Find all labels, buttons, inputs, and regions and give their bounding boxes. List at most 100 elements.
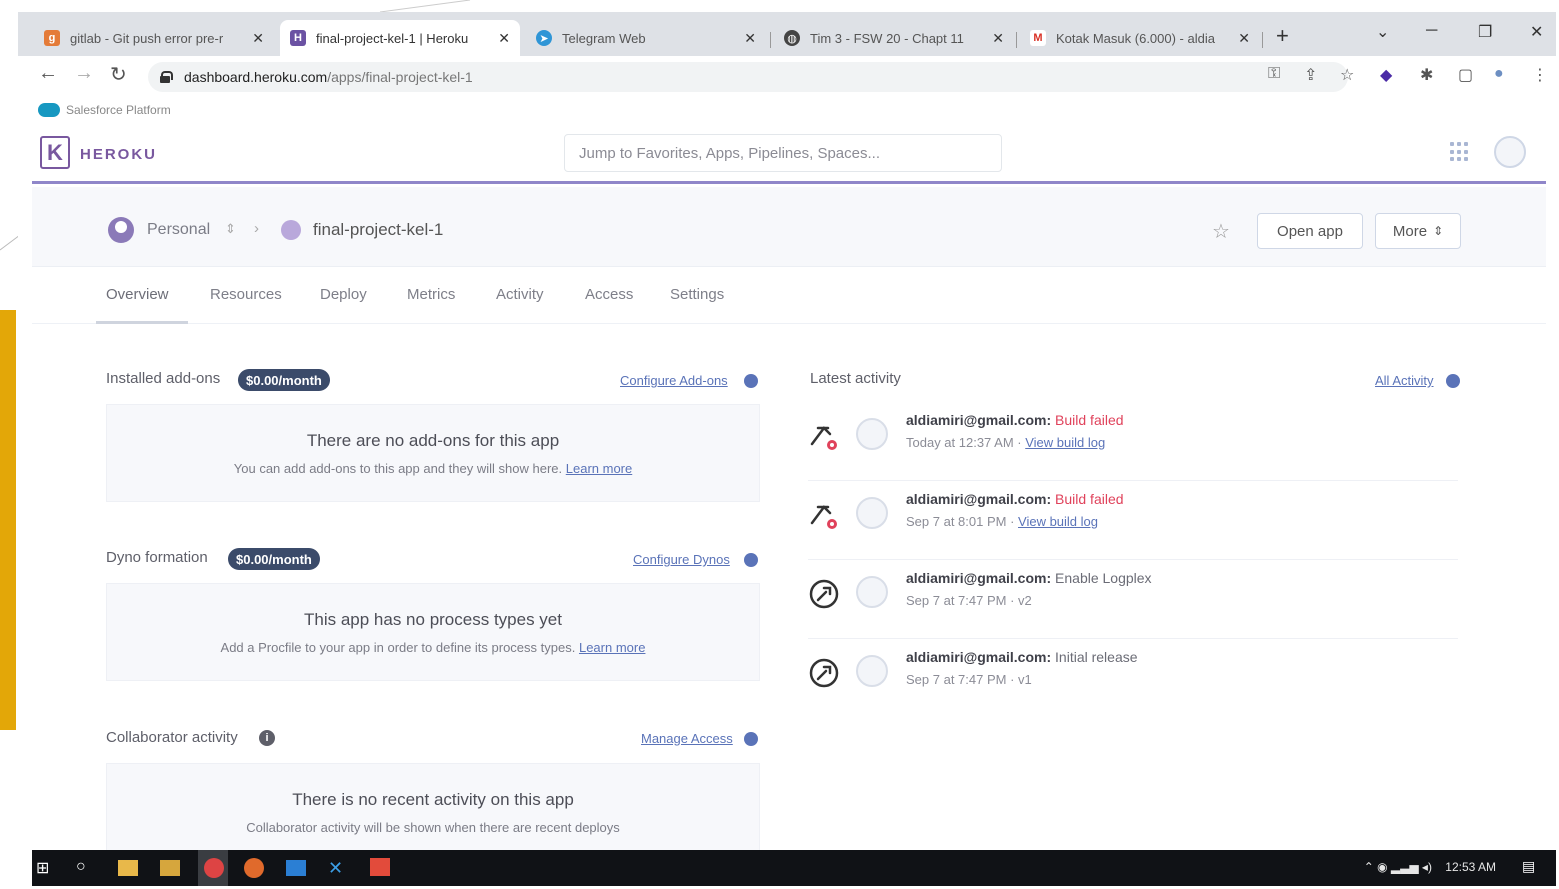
bookmark-salesforce[interactable]: Salesforce Platform bbox=[66, 103, 171, 117]
vscode-icon[interactable]: ✕ bbox=[328, 858, 348, 878]
key-icon[interactable]: ⚿ bbox=[1268, 65, 1280, 83]
tab-settings[interactable]: Settings bbox=[670, 286, 724, 303]
arrow-circle-icon[interactable] bbox=[744, 732, 758, 746]
activity-email: aldiamiri@gmail.com: bbox=[906, 649, 1052, 665]
start-windows-icon[interactable]: ⊞ bbox=[36, 858, 56, 878]
tab-title: Tim 3 - FSW 20 - Chapt 11 bbox=[810, 30, 964, 46]
profile-icon[interactable]: ● bbox=[1494, 65, 1504, 83]
dynos-learn-more-link[interactable]: Learn more bbox=[579, 640, 645, 655]
info-icon[interactable]: i bbox=[259, 730, 275, 746]
open-app-button[interactable]: Open app bbox=[1257, 213, 1363, 249]
app-tabs: Overview Resources Deploy Metrics Activi… bbox=[32, 268, 1546, 324]
addons-empty-text: You can add add-ons to this app and they… bbox=[233, 461, 563, 476]
address-bar[interactable]: dashboard.heroku.com/apps/final-project-… bbox=[148, 62, 1348, 92]
breadcrumb-team[interactable]: Personal bbox=[147, 221, 210, 239]
breadcrumb-app[interactable]: final-project-kel-1 bbox=[313, 220, 443, 240]
all-activity-link[interactable]: All Activity bbox=[1375, 373, 1434, 388]
view-build-log-link[interactable]: View build log bbox=[1025, 435, 1105, 450]
favorite-star-icon[interactable]: ☆ bbox=[1212, 219, 1230, 244]
file-explorer-icon[interactable] bbox=[118, 860, 138, 876]
restore-icon[interactable]: ❐ bbox=[1478, 22, 1492, 42]
arrow-circle-icon[interactable] bbox=[744, 553, 758, 567]
activity-message: Build failed bbox=[1055, 491, 1124, 507]
collab-empty-sub: Collaborator activity will be shown when… bbox=[246, 820, 620, 835]
user-avatar bbox=[856, 655, 888, 687]
app-icon[interactable] bbox=[160, 860, 180, 876]
browser-tab-2[interactable]: ➤ Telegram Web ✕ bbox=[526, 20, 766, 56]
heroku-brand[interactable]: HEROKU bbox=[80, 146, 157, 163]
close-tab-icon[interactable]: ✕ bbox=[498, 30, 510, 47]
tab-resources[interactable]: Resources bbox=[210, 286, 282, 303]
dynos-empty-title: This app has no process types yet bbox=[304, 610, 562, 629]
side-panel-icon[interactable]: ▢ bbox=[1458, 65, 1473, 85]
jump-search-input[interactable]: Jump to Favorites, Apps, Pipelines, Spac… bbox=[564, 134, 1002, 172]
dynos-empty-sub: Add a Procfile to your app in order to d… bbox=[107, 640, 759, 655]
forward-icon[interactable]: → bbox=[74, 62, 94, 85]
back-icon[interactable]: ← bbox=[38, 62, 58, 85]
close-tab-icon[interactable]: ✕ bbox=[744, 30, 756, 47]
firefox-icon[interactable] bbox=[244, 858, 264, 878]
view-build-log-link[interactable]: View build log bbox=[1018, 514, 1098, 529]
close-tab-icon[interactable]: ✕ bbox=[992, 30, 1004, 47]
addons-learn-more-link[interactable]: Learn more bbox=[566, 461, 632, 476]
browser-tab-1[interactable]: H final-project-kel-1 | Heroku ✕ bbox=[280, 20, 520, 56]
tab-strip: g gitlab - Git push error pre-r ✕ H fina… bbox=[18, 12, 1556, 56]
tab-deploy[interactable]: Deploy bbox=[320, 286, 367, 303]
build-failed-icon bbox=[810, 505, 837, 529]
activity-email: aldiamiri@gmail.com: bbox=[906, 570, 1052, 586]
chrome-icon[interactable] bbox=[204, 858, 224, 878]
user-avatar bbox=[856, 497, 888, 529]
activity-user: aldiamiri@gmail.com: Enable Logplex bbox=[906, 570, 1152, 586]
tab-activity[interactable]: Activity bbox=[496, 286, 544, 303]
tab-title: gitlab - Git push error pre-r bbox=[70, 30, 224, 46]
configure-addons-link[interactable]: Configure Add-ons bbox=[620, 373, 728, 388]
search-icon[interactable]: ○ bbox=[76, 858, 96, 878]
globe-icon: ◍ bbox=[784, 30, 800, 46]
activity-item: aldiamiri@gmail.com: Initial release Sep… bbox=[808, 639, 1458, 718]
tab-access[interactable]: Access bbox=[585, 286, 633, 303]
apps-grid-icon[interactable] bbox=[1450, 142, 1470, 162]
dynos-empty-text: Add a Procfile to your app in order to d… bbox=[220, 640, 576, 655]
release-icon bbox=[809, 579, 839, 609]
heroku-logo-icon[interactable]: K bbox=[40, 136, 70, 169]
app-icon bbox=[281, 220, 301, 240]
share-icon[interactable]: ⇪ bbox=[1304, 65, 1317, 85]
arrow-circle-icon[interactable] bbox=[744, 374, 758, 388]
extensions-puzzle-icon[interactable]: ✱ bbox=[1420, 65, 1433, 85]
activity-time: Sep 7 at 8:01 PM · bbox=[906, 514, 1019, 529]
tab-overview[interactable]: Overview bbox=[106, 286, 169, 303]
extension-badge-icon[interactable]: ◆ bbox=[1380, 65, 1392, 85]
close-tab-icon[interactable]: ✕ bbox=[252, 30, 264, 47]
configure-dynos-link[interactable]: Configure Dynos bbox=[633, 552, 730, 567]
manage-access-link[interactable]: Manage Access bbox=[641, 731, 733, 746]
slide-accent-bar bbox=[0, 310, 16, 730]
heroku-dashboard: K HEROKU Jump to Favorites, Apps, Pipeli… bbox=[32, 122, 1546, 850]
browser-tab-0[interactable]: g gitlab - Git push error pre-r ✕ bbox=[34, 20, 274, 56]
more-button[interactable]: More ⇕ bbox=[1375, 213, 1461, 249]
addons-title: Installed add-ons bbox=[106, 370, 221, 387]
collab-empty-state: There is no recent activity on this app … bbox=[106, 763, 760, 850]
git-icon[interactable] bbox=[370, 858, 390, 876]
notifications-icon[interactable]: ▤ bbox=[1522, 858, 1542, 878]
new-tab-button[interactable]: + bbox=[1276, 25, 1289, 47]
tray-icons[interactable]: ⌃ ◉ ▂▃▅ ◂) bbox=[1364, 860, 1432, 874]
activity-meta: Sep 7 at 7:47 PM · v2 bbox=[906, 593, 1032, 608]
reload-icon[interactable]: ↻ bbox=[110, 62, 127, 87]
arrow-circle-icon[interactable] bbox=[1446, 374, 1460, 388]
close-tab-icon[interactable]: ✕ bbox=[1238, 30, 1250, 47]
addons-empty-state: There are no add-ons for this app You ca… bbox=[106, 404, 760, 502]
tab-search-icon[interactable]: ⌄ bbox=[1376, 22, 1389, 42]
store-icon[interactable] bbox=[286, 860, 306, 876]
clock[interactable]: 12:53 AM bbox=[1445, 860, 1496, 874]
minimize-icon[interactable]: ─ bbox=[1426, 22, 1437, 40]
browser-tab-4[interactable]: M Kotak Masuk (6.000) - aldia ✕ bbox=[1020, 20, 1260, 56]
browser-tab-3[interactable]: ◍ Tim 3 - FSW 20 - Chapt 11 ✕ bbox=[774, 20, 1014, 56]
tab-metrics[interactable]: Metrics bbox=[407, 286, 455, 303]
bookmark-star-icon[interactable]: ☆ bbox=[1340, 65, 1354, 85]
browser-menu-icon[interactable]: ⋮ bbox=[1532, 65, 1548, 85]
addons-price-badge: $0.00/month bbox=[238, 369, 330, 391]
team-switcher-icon[interactable]: ⇕ bbox=[225, 221, 236, 237]
release-icon bbox=[809, 658, 839, 688]
close-window-icon[interactable]: ✕ bbox=[1530, 22, 1543, 42]
user-avatar[interactable] bbox=[1494, 136, 1526, 168]
